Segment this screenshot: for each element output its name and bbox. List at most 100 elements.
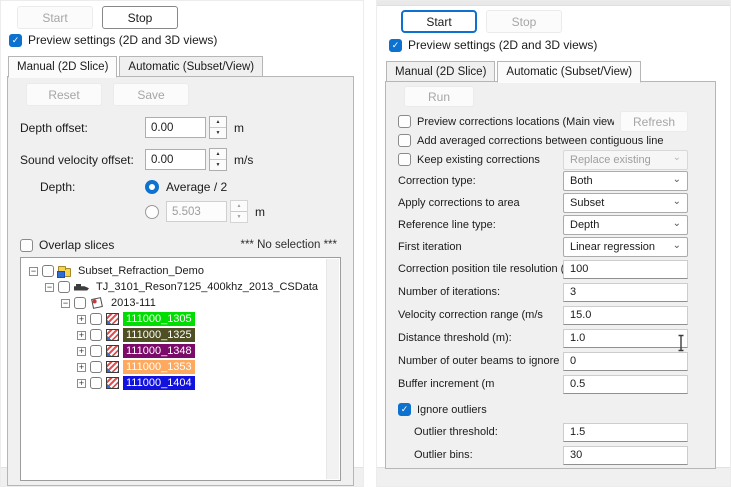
tab-automatic-subset-view[interactable]: Automatic (Subset/View): [497, 61, 641, 83]
tab-manual-2d-slice[interactable]: Manual (2D Slice): [8, 56, 117, 78]
survey-line-swatch-icon: [106, 329, 119, 341]
survey-line-label[interactable]: 111000_1404: [123, 376, 195, 390]
depth-fixed-radio[interactable]: [145, 205, 159, 219]
overlap-slices-checkbox[interactable]: [20, 239, 33, 252]
project-label[interactable]: Subset_Refraction_Demo: [75, 264, 207, 278]
keep-existing-label: Keep existing corrections: [417, 154, 540, 166]
line-checkbox[interactable]: [90, 361, 102, 373]
tree-row-vessel[interactable]: − TJ_3101_Reson7125_400khz_2013_CSData: [23, 279, 324, 295]
sound-velocity-offset-row: Sound velocity offset: ▲ ▼ m/s: [20, 148, 341, 171]
chevron-down-icon: ⌄: [673, 174, 681, 185]
distance-threshold-input[interactable]: [563, 329, 688, 348]
depth-offset-spinner[interactable]: ▲ ▼: [209, 116, 227, 139]
day-checkbox[interactable]: [74, 297, 86, 309]
spin-up-icon[interactable]: ▲: [210, 117, 226, 128]
tile-resolution-row: Correction position tile resolution (m):: [398, 259, 688, 279]
tree-row-line[interactable]: + 111000_1325: [23, 327, 324, 343]
minus-box-icon[interactable]: −: [45, 283, 54, 292]
outlier-threshold-input[interactable]: [563, 423, 688, 442]
add-averaged-checkbox[interactable]: [398, 134, 411, 147]
left-tab-widget: Manual (2D Slice) Automatic (Subset/View…: [7, 56, 354, 466]
save-button[interactable]: Save: [113, 83, 189, 106]
survey-line-label[interactable]: 111000_1353: [123, 360, 195, 374]
outer-beams-ignore-row: Number of outer beams to ignore: [398, 351, 688, 371]
plus-box-icon[interactable]: +: [77, 347, 86, 356]
tree-row-line[interactable]: + 111000_1348: [23, 343, 324, 359]
keep-existing-checkbox[interactable]: [398, 153, 411, 166]
day-label[interactable]: 2013-111: [108, 296, 159, 310]
ignore-outliers-checkbox[interactable]: ✓: [398, 403, 411, 416]
minus-box-icon[interactable]: −: [29, 267, 38, 276]
tree-row-line[interactable]: + 111000_1353: [23, 359, 324, 375]
sound-velocity-offset-spinner[interactable]: ▲ ▼: [209, 148, 227, 171]
survey-line-label[interactable]: 111000_1348: [123, 344, 195, 358]
tile-resolution-input[interactable]: [563, 260, 688, 279]
spin-up-icon[interactable]: ▲: [210, 149, 226, 160]
preview-settings-row: ✓ Preview settings (2D and 3D views): [9, 33, 217, 47]
preview-corrections-checkbox[interactable]: [398, 115, 411, 128]
depth-label: Depth:: [20, 180, 145, 194]
ibeam-cursor-icon: [676, 334, 686, 352]
automatic-tab-page: Run Preview corrections locations (Main …: [385, 81, 716, 469]
outer-beams-ignore-input[interactable]: [563, 352, 688, 371]
buffer-increment-input[interactable]: [563, 375, 688, 394]
survey-line-label[interactable]: 111000_1325: [123, 328, 195, 342]
first-iteration-dropdown[interactable]: Linear regression ⌄: [563, 237, 688, 257]
spin-down-icon[interactable]: ▼: [210, 160, 226, 170]
tab-manual-2d-slice[interactable]: Manual (2D Slice): [386, 61, 495, 82]
depth-offset-input[interactable]: [145, 117, 206, 138]
vessel-label[interactable]: TJ_3101_Reson7125_400khz_2013_CSData: [93, 280, 321, 294]
apply-corrections-value: Subset: [570, 197, 604, 209]
tree-row-day[interactable]: − 2013-111: [23, 295, 324, 311]
start-button[interactable]: Start: [17, 6, 93, 29]
apply-corrections-row: Apply corrections to area Subset ⌄: [398, 193, 688, 213]
preview-settings-checkbox[interactable]: ✓: [9, 34, 22, 47]
right-start-stop-row: Start Stop: [401, 10, 562, 33]
line-checkbox[interactable]: [90, 329, 102, 341]
line-checkbox[interactable]: [90, 377, 102, 389]
start-button[interactable]: Start: [401, 10, 477, 33]
outlier-bins-input[interactable]: [563, 446, 688, 465]
keep-existing-row: Keep existing corrections Replace existi…: [398, 150, 688, 169]
calendar-day-icon: [91, 297, 103, 309]
correction-type-dropdown[interactable]: Both ⌄: [563, 171, 688, 191]
velocity-correction-range-input[interactable]: [563, 306, 688, 325]
depth-average-radio[interactable]: [145, 180, 159, 194]
plus-box-icon[interactable]: +: [77, 315, 86, 324]
tab-automatic-subset-view[interactable]: Automatic (Subset/View): [119, 56, 263, 77]
survey-data-tree[interactable]: − Subset_Refraction_Demo − TJ_3101_Reson…: [20, 257, 341, 481]
stop-button[interactable]: Stop: [102, 6, 178, 29]
line-checkbox[interactable]: [90, 313, 102, 325]
tree-row-line[interactable]: + 111000_1305: [23, 311, 324, 327]
keep-existing-dropdown: Replace existing ⌄: [563, 150, 688, 170]
project-checkbox[interactable]: [42, 265, 54, 277]
velocity-correction-range-row: Velocity correction range (m/s: [398, 305, 688, 325]
tree-scrollbar[interactable]: [326, 259, 339, 479]
project-folder-icon: [58, 268, 71, 277]
plus-box-icon[interactable]: +: [77, 331, 86, 340]
apply-corrections-dropdown[interactable]: Subset ⌄: [563, 193, 688, 213]
vessel-checkbox[interactable]: [58, 281, 70, 293]
preview-settings-checkbox[interactable]: ✓: [389, 39, 402, 52]
minus-box-icon[interactable]: −: [61, 299, 70, 308]
tree-row-line[interactable]: + 111000_1404: [23, 375, 324, 391]
line-checkbox[interactable]: [90, 345, 102, 357]
plus-box-icon[interactable]: +: [77, 379, 86, 388]
run-button[interactable]: Run: [404, 86, 474, 107]
reset-button[interactable]: Reset: [26, 83, 102, 106]
right-footer-strip: [377, 467, 730, 486]
tree-row-project[interactable]: − Subset_Refraction_Demo: [23, 263, 324, 279]
survey-line-label[interactable]: 111000_1305: [123, 312, 195, 326]
manual-slice-panel: Start Stop ✓ Preview settings (2D and 3D…: [0, 0, 364, 487]
reference-line-type-dropdown[interactable]: Depth ⌄: [563, 215, 688, 235]
plus-box-icon[interactable]: +: [77, 363, 86, 372]
sound-velocity-offset-input[interactable]: [145, 149, 206, 170]
depth-offset-row: Depth offset: ▲ ▼ m: [20, 116, 341, 139]
spin-down-icon[interactable]: ▼: [210, 128, 226, 138]
stop-button[interactable]: Stop: [486, 10, 562, 33]
first-iteration-value: Linear regression: [570, 241, 655, 253]
refresh-button[interactable]: Refresh: [620, 111, 688, 132]
number-of-iterations-input[interactable]: [563, 283, 688, 302]
depth-average-option-label: Average / 2: [166, 180, 227, 194]
number-of-iterations-row: Number of iterations:: [398, 282, 688, 302]
